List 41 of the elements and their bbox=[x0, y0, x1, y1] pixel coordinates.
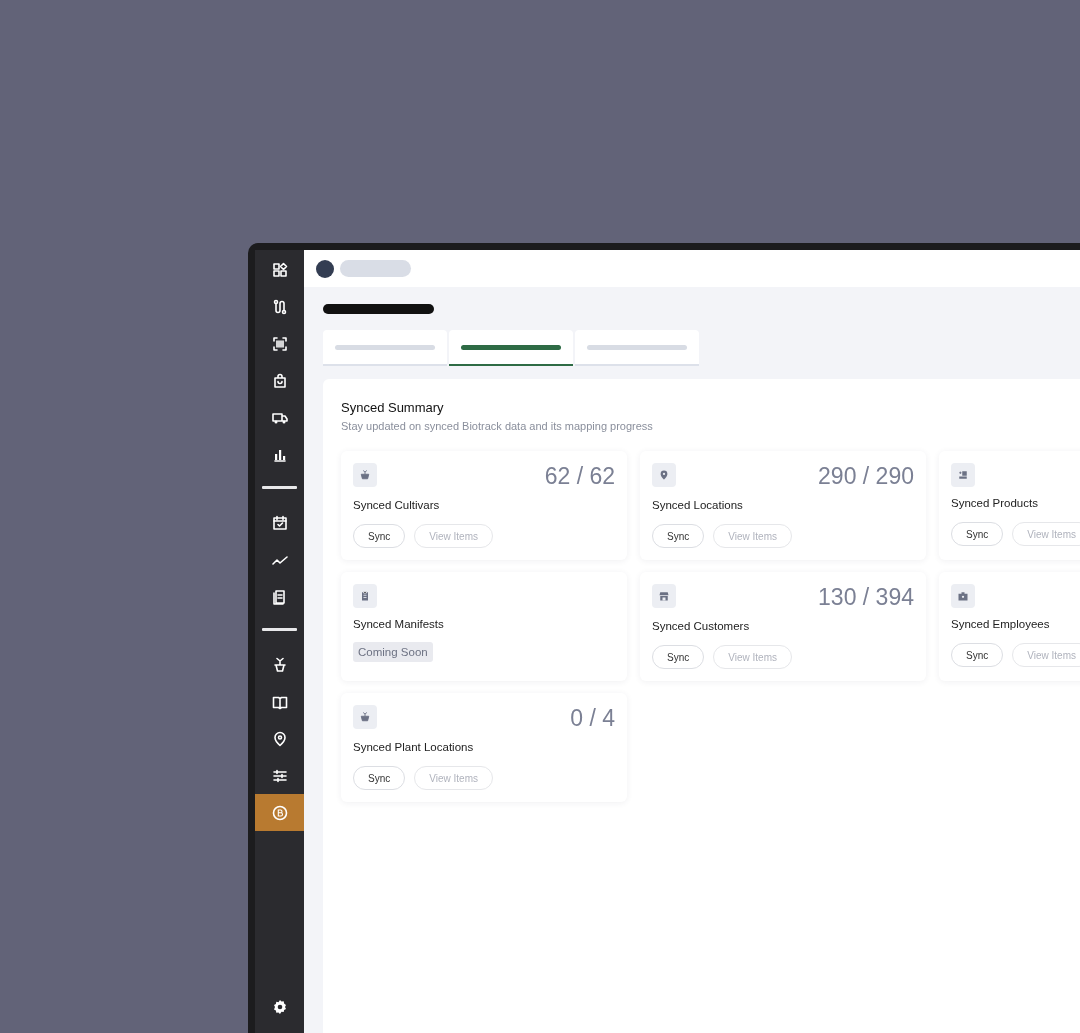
coin-b-icon bbox=[271, 804, 288, 821]
plant-pot-icon bbox=[359, 711, 371, 723]
card-title: Synced Locations bbox=[652, 499, 744, 511]
calendar-check-icon bbox=[271, 514, 288, 531]
settings-icon[interactable] bbox=[271, 999, 288, 1015]
apps-icon bbox=[271, 261, 288, 278]
sync-count: 130 / 394 bbox=[818, 584, 914, 610]
section-subtitle: Stay updated on synced Biotrack data and its mapping progress bbox=[341, 420, 654, 432]
card-title: Synced Customers bbox=[652, 620, 751, 632]
section-title: Synced Summary bbox=[341, 400, 445, 415]
sync-button[interactable]: Sync bbox=[951, 643, 1004, 667]
card-title: Synced Products bbox=[951, 497, 1039, 509]
coming-soon-badge: Coming Soon bbox=[353, 642, 433, 662]
sliders-icon bbox=[271, 767, 288, 784]
card-title: Synced Manifests bbox=[353, 618, 445, 630]
location-pin-icon bbox=[658, 469, 670, 481]
shopping-bag-icon bbox=[271, 372, 288, 389]
plant-pot-icon bbox=[359, 469, 371, 481]
sync-button[interactable]: Sync bbox=[353, 766, 406, 790]
sync-button[interactable]: Sync bbox=[951, 522, 1004, 546]
barcode-scan-icon bbox=[271, 335, 288, 352]
plant-pot-icon bbox=[271, 656, 288, 673]
sync-count: 290 / 290 bbox=[818, 463, 914, 489]
sync-button[interactable]: Sync bbox=[652, 645, 705, 669]
avatar[interactable] bbox=[316, 259, 334, 278]
card-title: Synced Cultivars bbox=[353, 499, 441, 511]
route-icon bbox=[271, 298, 288, 315]
product-box-icon bbox=[957, 469, 969, 481]
location-pin-icon bbox=[271, 730, 288, 747]
card-title: Synced Employees bbox=[951, 618, 1051, 630]
sync-count: 0 / 4 bbox=[570, 705, 615, 731]
sync-button[interactable]: Sync bbox=[652, 524, 705, 548]
card-title: Synced Plant Locations bbox=[353, 741, 475, 753]
name-placeholder bbox=[340, 260, 411, 277]
sync-button[interactable]: Sync bbox=[353, 524, 406, 548]
storefront-icon bbox=[658, 590, 670, 602]
sync-count: 62 / 62 bbox=[544, 463, 615, 489]
documents-icon bbox=[271, 588, 288, 605]
id-badge-icon bbox=[957, 590, 969, 602]
clipboard-icon bbox=[359, 590, 371, 602]
tab[interactable] bbox=[449, 330, 573, 366]
